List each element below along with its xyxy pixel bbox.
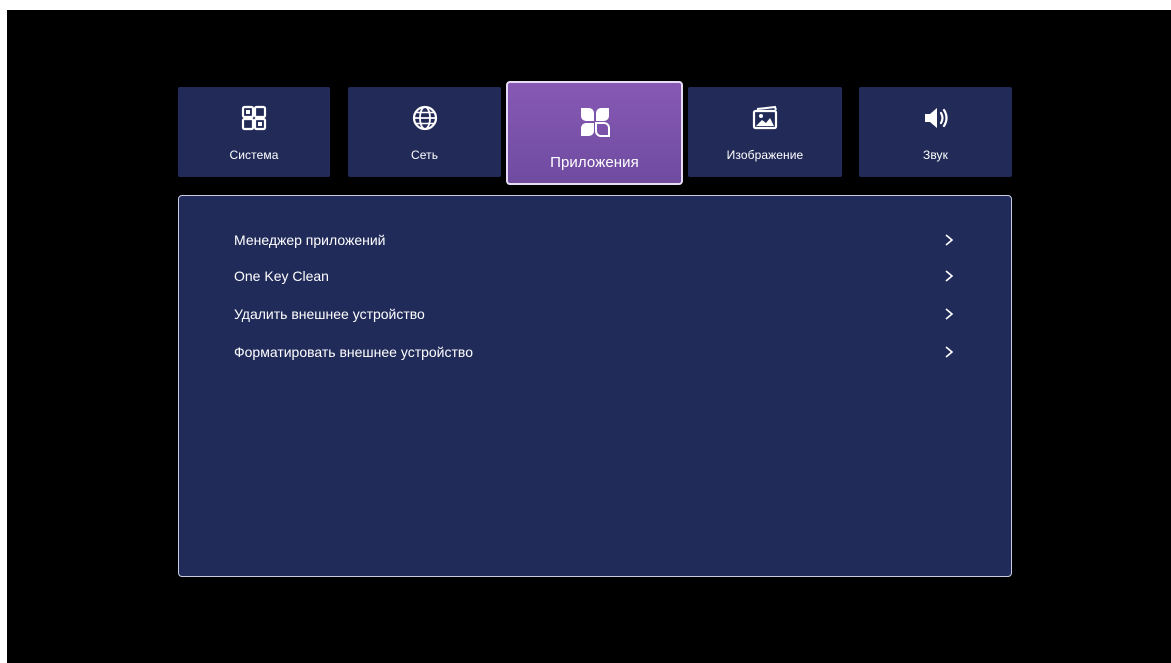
menu-item-label: Менеджер приложений (234, 232, 386, 248)
tab-sound[interactable]: Звук (859, 87, 1012, 177)
globe-icon (412, 105, 437, 131)
menu-item-app-manager[interactable]: Менеджер приложений (234, 226, 956, 254)
menu-item-remove-external-device[interactable]: Удалить внешнее устройство (234, 300, 956, 328)
applications-menu-panel: Менеджер приложений One Key Clean Удалит… (178, 195, 1012, 577)
menu-item-one-key-clean[interactable]: One Key Clean (234, 262, 956, 290)
tab-sound-label: Звук (922, 148, 948, 162)
tab-picture[interactable]: Изображение (688, 87, 842, 177)
chevron-right-icon (945, 308, 954, 320)
menu-item-label: Удалить внешнее устройство (234, 306, 425, 322)
tab-applications[interactable]: Приложения (506, 81, 683, 185)
chevron-right-icon (945, 346, 954, 358)
settings-tab-bar: Система Сеть Приложения Изображение Звук (178, 81, 1012, 187)
tab-network-label: Сеть (410, 148, 439, 162)
apps-icon (580, 108, 610, 137)
tab-network[interactable]: Сеть (348, 87, 501, 177)
tab-applications-label: Приложения (550, 154, 639, 171)
menu-item-label: Форматировать внешнее устройство (234, 344, 473, 360)
chevron-right-icon (945, 234, 954, 246)
speaker-icon (924, 108, 948, 128)
tab-system[interactable]: Система (178, 87, 330, 177)
tab-system-label: Система (229, 148, 279, 162)
picture-icon (752, 105, 778, 130)
system-grid-icon (241, 105, 267, 131)
menu-item-label: One Key Clean (234, 268, 329, 284)
menu-item-format-external-device[interactable]: Форматировать внешнее устройство (234, 338, 956, 366)
chevron-right-icon (945, 270, 954, 282)
tab-picture-label: Изображение (726, 148, 804, 162)
tv-settings-screen: Система Сеть Приложения Изображение Звук… (7, 10, 1171, 663)
